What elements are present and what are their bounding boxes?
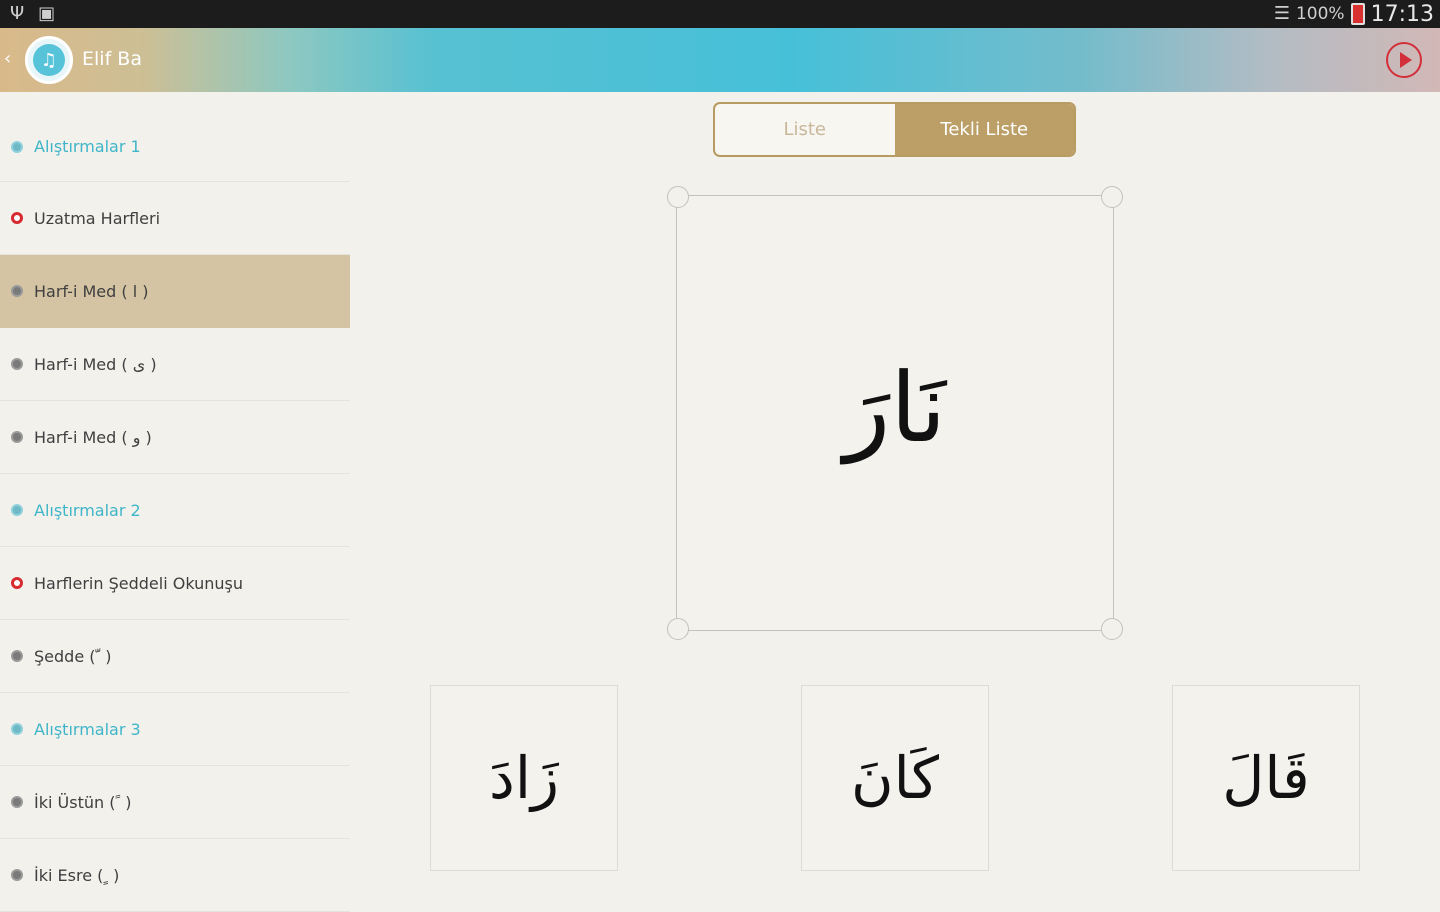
main-word: نَارَ: [843, 352, 947, 464]
section-bullet-icon: [11, 212, 23, 224]
sidebar-item-label: Alıştırmalar 3: [34, 719, 141, 739]
sidebar-item-shadda-reading[interactable]: Harflerin Şeddeli Okunuşu: [0, 547, 350, 620]
lesson-sidebar: Alıştırmalar 1 Uzatma Harfleri Harf-i Me…: [0, 92, 350, 912]
sidebar-item-label: Şedde ( ّ ): [34, 646, 112, 666]
sidebar-item-label: Harflerin Şeddeli Okunuşu: [34, 573, 243, 593]
section-bullet-icon: [11, 577, 23, 589]
word-option-3[interactable]: قَالَ: [1172, 685, 1360, 871]
bullet-icon: [11, 504, 23, 516]
battery-icon: [1350, 3, 1365, 25]
tab-single-list[interactable]: Tekli Liste: [894, 104, 1074, 155]
sidebar-item-label: Harf-i Med ( ى ): [34, 354, 157, 374]
word-option-1[interactable]: زَادَ: [430, 685, 618, 871]
word-option-text: قَالَ: [1222, 744, 1310, 812]
bullet-icon: [11, 285, 23, 297]
app-logo[interactable]: ♫: [25, 36, 73, 84]
frame-corner-ornament: [667, 618, 689, 640]
word-option-2[interactable]: كَانَ: [801, 685, 989, 871]
sidebar-item-label: Harf-i Med ( و ): [34, 427, 152, 447]
bullet-icon: [11, 431, 23, 443]
bullet-icon: [11, 650, 23, 662]
clock: 17:13: [1370, 1, 1434, 27]
frame-corner-ornament: [667, 186, 689, 208]
bullet-icon: [11, 140, 23, 153]
sidebar-item-label: Harf-i Med ( ا ): [34, 281, 149, 301]
sidebar-item-shadda[interactable]: Şedde ( ّ ): [0, 620, 350, 693]
sidebar-item-label: İki Üstün ( ً ): [34, 792, 132, 812]
sidebar-item-two-fatha[interactable]: İki Üstün ( ً ): [0, 766, 350, 839]
play-button[interactable]: [1386, 42, 1422, 78]
sidebar-item-harf-i-med-elif[interactable]: Harf-i Med ( ا ): [0, 255, 350, 328]
back-chevron-icon[interactable]: ‹: [4, 48, 11, 69]
word-option-text: زَادَ: [489, 744, 559, 812]
tab-list[interactable]: Liste: [715, 104, 895, 155]
status-bar: Ψ ▣ ☰ 100% 17:13: [0, 0, 1440, 28]
word-option-text: كَانَ: [851, 744, 939, 812]
battery-percent: 100%: [1295, 4, 1345, 24]
sidebar-item-label: İki Esre ( ٍ ): [34, 865, 120, 885]
usb-icon: Ψ: [10, 3, 25, 24]
sidebar-item-label: Uzatma Harfleri: [34, 208, 161, 228]
frame-corner-ornament: [1101, 186, 1123, 208]
sidebar-item-exercises-3[interactable]: Alıştırmalar 3: [0, 693, 350, 766]
app-title: Elif Ba: [82, 48, 142, 70]
bullet-icon: [11, 723, 23, 735]
wifi-icon: ☰: [1273, 3, 1290, 24]
frame-corner-ornament: [1101, 618, 1123, 640]
app-bar: ‹ ♫ Elif Ba: [0, 28, 1440, 92]
sidebar-item-label: Alıştırmalar 1: [34, 137, 141, 156]
music-note-icon: ♫: [33, 44, 65, 76]
play-icon: [1400, 52, 1412, 68]
sidebar-item-long-vowels[interactable]: Uzatma Harfleri: [0, 182, 350, 255]
bullet-icon: [11, 358, 23, 370]
sd-card-icon: ▣: [38, 3, 56, 24]
sidebar-item-two-kasra[interactable]: İki Esre ( ٍ ): [0, 839, 350, 912]
sidebar-item-harf-i-med-vav[interactable]: Harf-i Med ( و ): [0, 401, 350, 474]
view-mode-tabs: Liste Tekli Liste: [713, 102, 1076, 157]
sidebar-item-exercises-1[interactable]: Alıştırmalar 1: [0, 92, 350, 182]
main-word-card[interactable]: نَارَ: [667, 186, 1123, 640]
bullet-icon: [11, 796, 23, 808]
sidebar-item-harf-i-med-ya[interactable]: Harf-i Med ( ى ): [0, 328, 350, 401]
bullet-icon: [11, 869, 23, 881]
sidebar-item-label: Alıştırmalar 2: [34, 500, 141, 520]
sidebar-item-exercises-2[interactable]: Alıştırmalar 2: [0, 474, 350, 547]
